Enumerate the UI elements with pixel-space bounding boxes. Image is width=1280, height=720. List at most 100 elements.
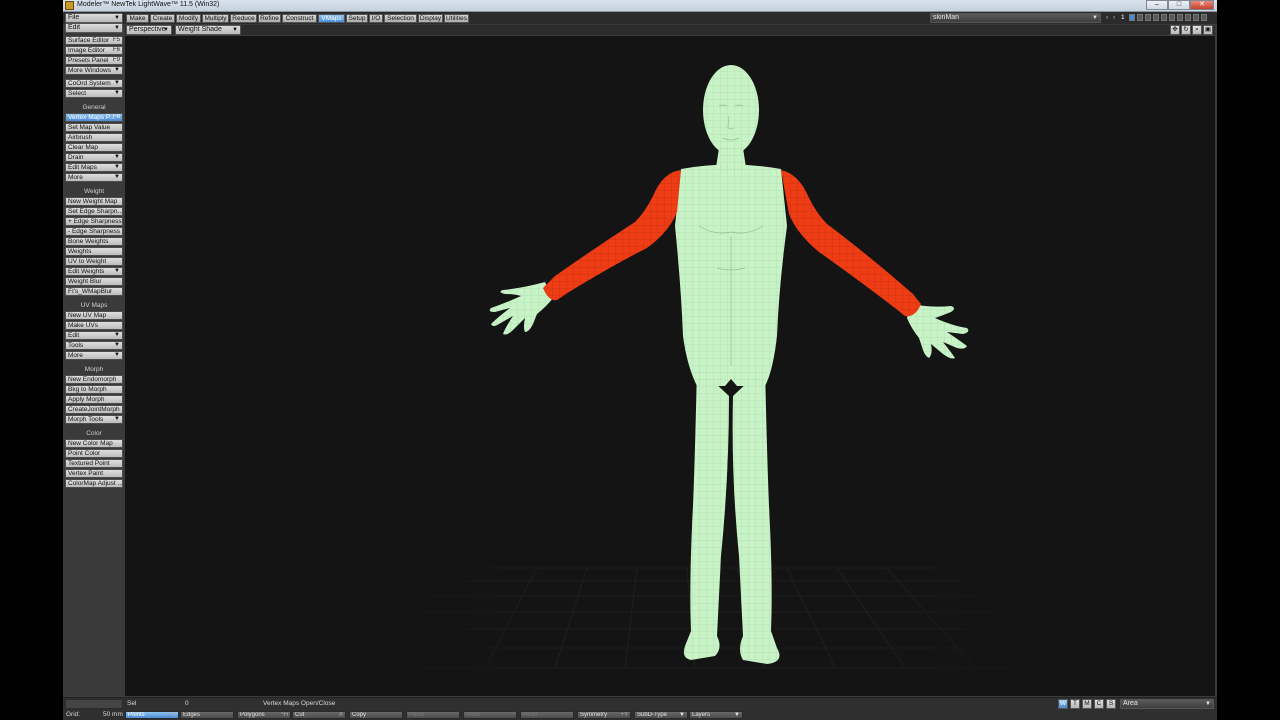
shortcut-key: ^H bbox=[280, 712, 288, 718]
maximize-view-icon[interactable]: ▣ bbox=[1203, 25, 1213, 35]
mode-paste-button[interactable]: Paste bbox=[406, 711, 460, 719]
viewport-header bbox=[125, 25, 1215, 35]
layer-slot[interactable] bbox=[1145, 14, 1151, 21]
mode-edges-button[interactable]: Edges bbox=[180, 711, 234, 719]
layer-slot[interactable] bbox=[1161, 14, 1167, 21]
sidebar-item-edge-sharpness[interactable]: + Edge Sharpness bbox=[65, 217, 123, 226]
sidebar-item-weights[interactable]: Weights bbox=[65, 247, 123, 256]
tab-multiply[interactable]: Multiply bbox=[202, 14, 229, 23]
sidebar-item-new-color-map[interactable]: New Color Map bbox=[65, 439, 123, 448]
sidebar-item-label: - Edge Sharpness bbox=[68, 228, 121, 235]
tab-i-o[interactable]: I/O bbox=[369, 14, 383, 23]
mode-symmetry-button[interactable]: Symmetry +Y bbox=[577, 711, 631, 719]
layer-slot[interactable] bbox=[1177, 14, 1183, 21]
sidebar-item-morph-tools[interactable]: Morph Tools ▼ bbox=[65, 415, 123, 424]
sidebar-item-vertex-paint[interactable]: Vertex Paint bbox=[65, 469, 123, 478]
sidebar-item-label: Drain bbox=[68, 154, 84, 161]
mode-copy-button[interactable]: Copy bbox=[349, 711, 403, 719]
sidebar-item-select[interactable]: Select ▼ bbox=[65, 89, 123, 98]
mode-label: Copy bbox=[352, 712, 367, 718]
view-type-t-button[interactable]: T bbox=[1070, 699, 1080, 709]
layer-slot[interactable] bbox=[1137, 14, 1143, 21]
view-projection-dropdown[interactable]: Perspective ▼ bbox=[126, 25, 172, 35]
layer-slot[interactable] bbox=[1153, 14, 1159, 21]
sidebar-item-edit-weights[interactable]: Edit Weights ▼ bbox=[65, 267, 123, 276]
maximize-button[interactable]: □ bbox=[1168, 0, 1190, 10]
file-menu-button[interactable]: File ▼ bbox=[65, 13, 123, 23]
sidebar-item-weight-blur[interactable]: Weight Blur bbox=[65, 277, 123, 286]
layer-prev-icon[interactable]: ‹ bbox=[1106, 13, 1108, 22]
rotate-view-icon[interactable]: ↻ bbox=[1181, 25, 1191, 35]
sidebar-item-drain[interactable]: Drain ▼ bbox=[65, 153, 123, 162]
layer-slot[interactable] bbox=[1193, 14, 1199, 21]
sidebar-item-new-uv-map[interactable]: New UV Map bbox=[65, 311, 123, 320]
object-select-dropdown[interactable]: skinMan ▼ bbox=[930, 13, 1101, 23]
edit-menu-button[interactable]: Edit ▼ bbox=[65, 23, 123, 33]
tab-display[interactable]: Display bbox=[418, 14, 443, 23]
sidebar-item-fi-s-wmapblur[interactable]: FI's_WMapBlur bbox=[65, 287, 123, 296]
sidebar-item-edit-maps[interactable]: Edit Maps ▼ bbox=[65, 163, 123, 172]
tab-create[interactable]: Create bbox=[150, 14, 175, 23]
sidebar-item-createjointmorph[interactable]: CreateJointMorph bbox=[65, 405, 123, 414]
minimize-button[interactable]: – bbox=[1146, 0, 1168, 10]
sidebar-item-label: Edit Maps bbox=[68, 164, 97, 171]
shading-mode-dropdown[interactable]: Weight Shade ▼ bbox=[175, 25, 241, 35]
tab-selection[interactable]: Selection bbox=[384, 14, 417, 23]
tab-setup[interactable]: Setup bbox=[346, 14, 368, 23]
sidebar-item-set-map-value[interactable]: Set Map Value bbox=[65, 123, 123, 132]
sidebar-item-make-uvs[interactable]: Make UVs bbox=[65, 321, 123, 330]
sidebar-item-surface-editor[interactable]: Surface Editor F5 bbox=[65, 36, 123, 45]
tab-refine[interactable]: Refine bbox=[258, 14, 281, 23]
sidebar-item-new-weight-map[interactable]: New Weight Map bbox=[65, 197, 123, 206]
sidebar-item-vertex-maps-p[interactable]: Vertex Maps P... F8 bbox=[65, 113, 123, 122]
sidebar-item-uv-to-weight[interactable]: UV to Weight bbox=[65, 257, 123, 266]
tab-construct[interactable]: Construct bbox=[282, 14, 317, 23]
mode-redo-button[interactable]: Redo bbox=[520, 711, 574, 719]
mode-points-button[interactable]: Points ^G bbox=[125, 711, 179, 719]
tab-reduce[interactable]: Reduce bbox=[230, 14, 257, 23]
mode-label: SubD-Type bbox=[637, 712, 668, 718]
layer-slot[interactable] bbox=[1185, 14, 1191, 21]
tab-make[interactable]: Make bbox=[126, 14, 149, 23]
view-type-w-button[interactable]: W bbox=[1058, 699, 1068, 709]
action-center-dropdown[interactable]: Area ▼ bbox=[1120, 699, 1214, 709]
view-type-c-button[interactable]: C bbox=[1094, 699, 1104, 709]
sidebar-item-clear-map[interactable]: Clear Map bbox=[65, 143, 123, 152]
sidebar-item-point-color[interactable]: Point Color bbox=[65, 449, 123, 458]
mode-undo-button[interactable]: Undo bbox=[463, 711, 517, 719]
sidebar-item-apply-morph[interactable]: Apply Morph bbox=[65, 395, 123, 404]
tab-modify[interactable]: Modify bbox=[176, 14, 201, 23]
close-button[interactable]: ✕ bbox=[1190, 0, 1214, 10]
sidebar-item-airbrush[interactable]: Airbrush bbox=[65, 133, 123, 142]
sidebar-item-coord-system[interactable]: CoOrd System ▼ bbox=[65, 79, 123, 88]
zoom-view-icon[interactable]: ⌕ bbox=[1192, 25, 1202, 35]
view-type-s-button[interactable]: S bbox=[1106, 699, 1116, 709]
perspective-viewport[interactable] bbox=[125, 36, 1215, 696]
tab-vmaps[interactable]: VMaps bbox=[318, 14, 345, 23]
mode-cut-button[interactable]: Cut X bbox=[292, 711, 346, 719]
tab-utilities[interactable]: Utilities bbox=[444, 14, 469, 23]
sidebar-item-more[interactable]: More ▼ bbox=[65, 173, 123, 182]
view-type-m-button[interactable]: M bbox=[1082, 699, 1092, 709]
sidebar-item-edge-sharpness[interactable]: - Edge Sharpness bbox=[65, 227, 123, 236]
sidebar-item-tools[interactable]: Tools ▼ bbox=[65, 341, 123, 350]
sidebar-item-textured-point[interactable]: Textured Point bbox=[65, 459, 123, 468]
sidebar-item-bkg-to-morph[interactable]: Bkg to Morph bbox=[65, 385, 123, 394]
mode-subd-type-button[interactable]: SubD-Type ▼ bbox=[634, 711, 688, 719]
move-view-icon[interactable]: ✥ bbox=[1170, 25, 1180, 35]
layer-slot[interactable] bbox=[1169, 14, 1175, 21]
layer-slot[interactable] bbox=[1129, 14, 1135, 21]
sidebar-item-new-endomorph[interactable]: New Endomorph bbox=[65, 375, 123, 384]
sidebar-item-presets-panel[interactable]: Presets Panel F9 bbox=[65, 56, 123, 65]
sidebar-item-more[interactable]: More ▼ bbox=[65, 351, 123, 360]
sidebar-item-more-windows[interactable]: More Windows ▼ bbox=[65, 66, 123, 75]
sidebar-item-edit[interactable]: Edit ▼ bbox=[65, 331, 123, 340]
layer-slot[interactable] bbox=[1201, 14, 1207, 21]
sidebar-item-bone-weights[interactable]: Bone Weights bbox=[65, 237, 123, 246]
sidebar-item-image-editor[interactable]: Image Editor F6 bbox=[65, 46, 123, 55]
sidebar-item-set-edge-sharpn[interactable]: Set Edge Sharpn... bbox=[65, 207, 123, 216]
layer-next-icon[interactable]: › bbox=[1113, 13, 1115, 22]
sidebar-item-colormap-adjust[interactable]: ColorMap Adjust ... bbox=[65, 479, 123, 488]
mode-polygons-button[interactable]: Polygons ^H bbox=[237, 711, 291, 719]
mode-layers-button[interactable]: Layers ▼ bbox=[689, 711, 743, 719]
